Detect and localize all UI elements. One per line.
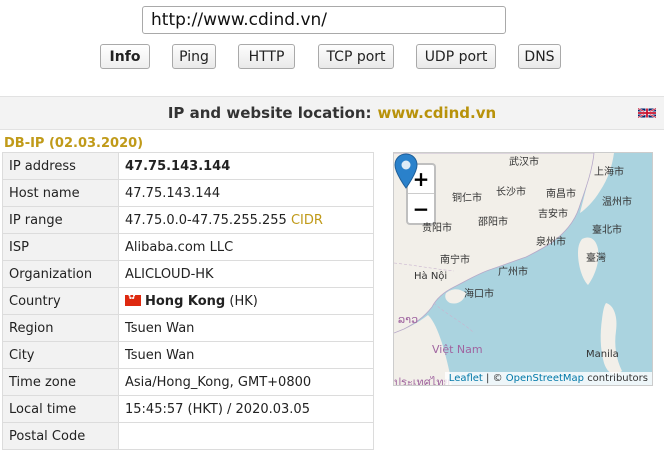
row-key: IP address	[2, 152, 119, 180]
location-map[interactable]: + − 武汉市 上海市 铜仁市 长沙市 南昌市 温州市 邵阳市 吉安市 贵阳市 …	[393, 152, 653, 386]
ip-address-value: 47.75.143.144	[118, 152, 374, 180]
row-key: Region	[2, 314, 119, 342]
ip-range-cell: 47.75.0.0-47.75.255.255 CIDR	[118, 206, 374, 234]
table-row: Country Hong Kong (HK)	[2, 287, 374, 315]
map-attribution: Leaflet | © OpenStreetMap contributors	[444, 372, 652, 385]
hong-kong-flag-icon	[125, 292, 141, 306]
map-label: 臺北市	[592, 225, 622, 236]
map-label: 海口市	[464, 289, 494, 300]
row-key: Time zone	[2, 368, 119, 396]
ip-range-value: 47.75.0.0-47.75.255.255	[125, 212, 287, 228]
dns-button[interactable]: DNS	[518, 44, 561, 69]
map-label: 泉州市	[536, 237, 566, 248]
country-code: (HK)	[229, 293, 258, 309]
table-row: City Tsuen Wan	[2, 341, 374, 369]
map-label: Hà Nội	[414, 271, 448, 282]
map-label: 邵阳市	[478, 217, 508, 228]
tcp-port-button[interactable]: TCP port	[318, 44, 394, 69]
row-key: Postal Code	[2, 422, 119, 450]
map-label: 长沙市	[496, 187, 526, 198]
uk-flag-icon[interactable]	[638, 106, 656, 120]
row-key: City	[2, 341, 119, 369]
row-key: Country	[2, 287, 119, 315]
time-zone-value: Asia/Hong_Kong, GMT+0800	[118, 368, 374, 396]
http-button[interactable]: HTTP	[238, 44, 295, 69]
url-input[interactable]: http://www.cdind.vn/	[142, 6, 506, 34]
row-key: IP range	[2, 206, 119, 234]
page-title-bar: IP and website location: www.cdind.vn	[0, 96, 664, 130]
openstreetmap-link[interactable]: OpenStreetMap	[506, 373, 584, 384]
table-row: Postal Code	[2, 422, 374, 450]
map-label: 南宁市	[440, 255, 470, 266]
map-label: ประเทศไทย	[394, 376, 451, 386]
udp-port-button[interactable]: UDP port	[416, 44, 496, 69]
location-marker-icon[interactable]	[394, 153, 418, 189]
attribution-separator: | ©	[486, 373, 503, 384]
country-cell: Hong Kong (HK)	[118, 287, 374, 315]
map-label: Việt Nam	[432, 343, 483, 356]
organization-value: ALICLOUD-HK	[118, 260, 374, 288]
isp-value: Alibaba.com LLC	[118, 233, 374, 261]
page-title-domain: www.cdind.vn	[377, 104, 497, 122]
attribution-contributors: contributors	[587, 373, 648, 384]
table-row: Organization ALICLOUD-HK	[2, 260, 374, 288]
page-title: IP and website location:	[167, 104, 372, 122]
host-name-value: 47.75.143.144	[118, 179, 374, 207]
map-label: Manila	[586, 349, 619, 360]
row-key: Host name	[2, 179, 119, 207]
cidr-link[interactable]: CIDR	[291, 213, 323, 228]
table-row: IP range 47.75.0.0-47.75.255.255 CIDR	[2, 206, 374, 234]
map-label: 武汉市	[509, 157, 539, 168]
table-row: Local time 15:45:57 (HKT) / 2020.03.05	[2, 395, 374, 423]
map-label: 铜仁市	[452, 193, 482, 204]
info-button[interactable]: Info	[100, 44, 150, 69]
table-row: Time zone Asia/Hong_Kong, GMT+0800	[2, 368, 374, 396]
table-row: IP address 47.75.143.144	[2, 152, 374, 180]
map-label: 广州市	[498, 267, 528, 278]
postal-code-value	[118, 422, 374, 450]
city-value: Tsuen Wan	[118, 341, 374, 369]
ping-button[interactable]: Ping	[172, 44, 216, 69]
row-key: Organization	[2, 260, 119, 288]
map-label: 贵阳市	[422, 223, 452, 234]
region-value: Tsuen Wan	[118, 314, 374, 342]
table-row: ISP Alibaba.com LLC	[2, 233, 374, 261]
map-label: ລາວ	[398, 313, 419, 326]
map-label: 臺灣	[586, 253, 606, 264]
table-row: Region Tsuen Wan	[2, 314, 374, 342]
local-time-value: 15:45:57 (HKT) / 2020.03.05	[118, 395, 374, 423]
map-label: 吉安市	[538, 209, 568, 220]
map-label: 温州市	[602, 197, 632, 208]
row-key: Local time	[2, 395, 119, 423]
map-label: 上海市	[594, 167, 624, 178]
data-source-label: DB-IP (02.03.2020)	[4, 136, 144, 151]
table-row: Host name 47.75.143.144	[2, 179, 374, 207]
map-label: 南昌市	[546, 189, 576, 200]
country-value: Hong Kong	[145, 293, 226, 309]
ip-info-table: IP address 47.75.143.144 Host name 47.75…	[2, 152, 374, 450]
row-key: ISP	[2, 233, 119, 261]
leaflet-link[interactable]: Leaflet	[449, 373, 483, 384]
